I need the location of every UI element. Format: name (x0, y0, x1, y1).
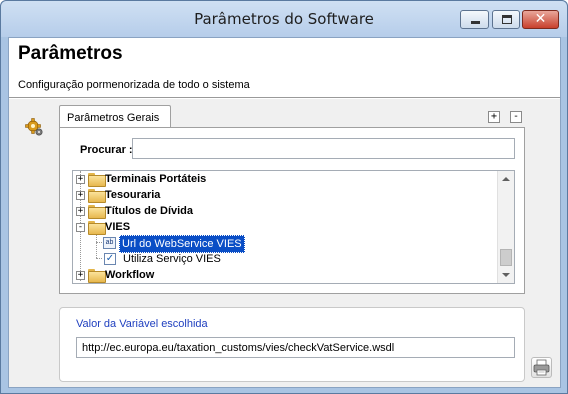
search-input[interactable] (132, 138, 515, 159)
tree-connector (96, 258, 102, 259)
expand-icon[interactable]: + (76, 207, 85, 216)
tab-label: Parâmetros Gerais (67, 112, 160, 124)
value-field[interactable]: http://ec.europa.eu/taxation_customs/vie… (76, 337, 515, 358)
search-label: Procurar : (80, 144, 133, 156)
header: Parâmetros Configuração pormenorizada de… (9, 38, 560, 98)
expand-icon[interactable]: + (76, 175, 85, 184)
expand-icon[interactable]: + (76, 271, 85, 280)
collapse-icon[interactable]: - (76, 223, 85, 232)
collapse-all-button[interactable]: - (510, 111, 522, 123)
close-button[interactable]: ✕ (522, 10, 559, 29)
expand-all-button[interactable]: + (488, 111, 500, 123)
tree-connector (96, 242, 102, 243)
checkbox-checked-icon[interactable]: ✓ (104, 253, 116, 265)
application-window: Parâmetros do Software ✕ Parâmetros Conf… (0, 0, 568, 394)
maximize-icon (502, 15, 512, 24)
parameters-tree[interactable]: + Terminais Portáteis + Tesouraria + Tít… (72, 170, 515, 284)
client-area: Parâmetros Configuração pormenorizada de… (8, 37, 561, 388)
scrollbar-thumb[interactable] (500, 249, 512, 266)
tree-node-label: Terminais Portáteis (105, 173, 207, 185)
minimize-icon (471, 21, 480, 24)
tree-scrollbar[interactable] (497, 171, 514, 283)
tab-parametros-gerais[interactable]: Parâmetros Gerais (59, 105, 171, 128)
folder-icon (88, 173, 106, 187)
value-label: Valor da Variável escolhida (76, 318, 208, 330)
page-subtitle: Configuração pormenorizada de todo o sis… (18, 79, 250, 91)
title-bar[interactable]: Parâmetros do Software ✕ (1, 1, 567, 37)
print-button[interactable] (531, 357, 552, 378)
tree-node-label: Workflow (105, 269, 155, 281)
gear-icon (25, 118, 43, 136)
tree-node-label: Tesouraria (105, 189, 161, 201)
folder-icon (88, 269, 106, 283)
tab-panel: Procurar : + Terminais Portáteis + Tesou… (59, 127, 525, 294)
maximize-button[interactable] (492, 10, 520, 29)
printer-icon (533, 359, 550, 376)
tree-leaf-label: Utiliza Serviço VIES (123, 253, 221, 265)
scroll-up-icon[interactable] (502, 177, 510, 181)
close-icon: ✕ (534, 11, 547, 27)
minimize-button[interactable] (460, 10, 489, 29)
scroll-down-icon[interactable] (502, 273, 510, 277)
folder-icon (88, 205, 106, 219)
tree-node-label: VIES (105, 221, 131, 233)
content-area: Parâmetros Gerais + - Procurar : + Termi… (9, 99, 560, 387)
expand-icon[interactable]: + (76, 191, 85, 200)
page-title: Parâmetros (18, 43, 123, 64)
tree-node-label: Títulos de Dívida (105, 205, 194, 217)
text-value-icon: ab (103, 237, 116, 249)
tree-connector (96, 234, 97, 258)
folder-open-icon (88, 221, 106, 235)
value-panel: Valor da Variável escolhida http://ec.eu… (59, 307, 525, 382)
folder-icon (88, 189, 106, 203)
